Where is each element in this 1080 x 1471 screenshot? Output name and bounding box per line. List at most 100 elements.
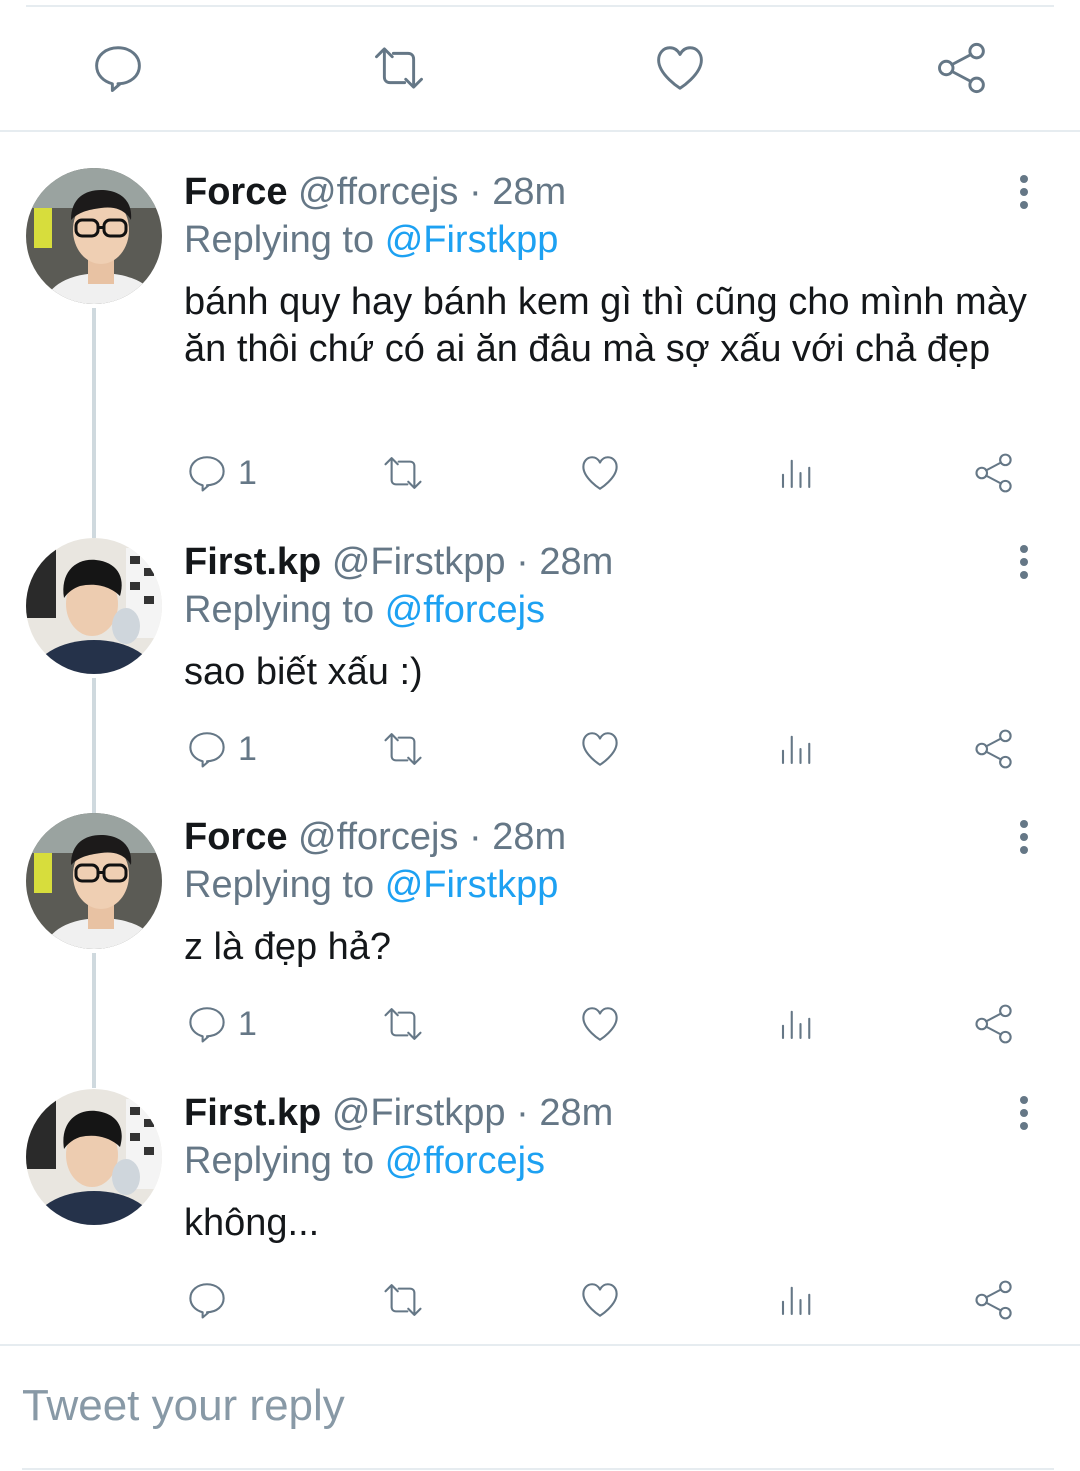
replying-to-label: Replying to bbox=[184, 589, 375, 631]
tweet-text: sao biết xấu :) bbox=[184, 651, 423, 693]
vertical-dots-icon bbox=[1020, 1096, 1028, 1130]
replying-to-label: Replying to bbox=[184, 1140, 375, 1182]
reply-button[interactable] bbox=[186, 1275, 238, 1325]
more-options-button[interactable] bbox=[1008, 170, 1040, 214]
avatar-force-image bbox=[26, 813, 162, 949]
mention-link[interactable]: @Firstkpp bbox=[385, 219, 559, 261]
analytics-button[interactable] bbox=[776, 448, 818, 498]
share-icon bbox=[975, 1280, 1012, 1320]
avatar[interactable] bbox=[26, 1089, 162, 1225]
tweet-text: không... bbox=[184, 1202, 320, 1244]
replying-to-label: Replying to bbox=[184, 864, 375, 906]
replying-to-line: Replying to @fforcejs bbox=[184, 1139, 545, 1183]
analytics-button[interactable] bbox=[776, 1275, 818, 1325]
display-name[interactable]: First.kp bbox=[184, 1092, 321, 1134]
vertical-dots-icon bbox=[1020, 175, 1028, 209]
reply-tweet: First.kp @Firstkpp · 28m Replying to @ff… bbox=[0, 538, 1080, 778]
share-icon bbox=[975, 453, 1012, 493]
retweet-icon bbox=[384, 457, 422, 489]
tweet-header: Force @fforcejs · 28m bbox=[184, 815, 566, 859]
heart-icon bbox=[657, 46, 703, 90]
mention-link[interactable]: @fforcejs bbox=[385, 1140, 545, 1182]
reply-count: 1 bbox=[238, 1004, 257, 1043]
analytics-button[interactable] bbox=[776, 999, 818, 1049]
share-button[interactable] bbox=[973, 1275, 1015, 1325]
reply-tweet: First.kp @Firstkpp · 28m Replying to @ff… bbox=[0, 1089, 1080, 1329]
analytics-icon bbox=[781, 1286, 811, 1316]
vertical-dots-icon bbox=[1020, 545, 1028, 579]
display-name[interactable]: Force bbox=[184, 816, 287, 858]
share-button[interactable] bbox=[973, 448, 1015, 498]
main-like-button[interactable] bbox=[650, 38, 710, 98]
more-options-button[interactable] bbox=[1008, 1091, 1040, 1135]
like-button[interactable] bbox=[579, 999, 621, 1049]
avatar[interactable] bbox=[26, 168, 162, 304]
timestamp[interactable]: 28m bbox=[539, 541, 613, 583]
user-handle[interactable]: @fforcejs bbox=[298, 171, 458, 213]
reply-composer bbox=[0, 1346, 1080, 1471]
retweet-button[interactable] bbox=[382, 448, 424, 498]
retweet-icon bbox=[384, 733, 422, 765]
replying-to-line: Replying to @fforcejs bbox=[184, 588, 545, 632]
heart-icon bbox=[582, 732, 618, 766]
avatar-force-image bbox=[26, 168, 162, 304]
tweet-actions: 1 bbox=[0, 999, 1080, 1049]
more-options-button[interactable] bbox=[1008, 815, 1040, 859]
mention-link[interactable]: @fforcejs bbox=[385, 589, 545, 631]
reply-tweet: Force @fforcejs · 28m Replying to @First… bbox=[0, 813, 1080, 1053]
separator-dot: · bbox=[468, 171, 482, 213]
main-share-button[interactable] bbox=[932, 38, 992, 98]
like-button[interactable] bbox=[579, 448, 621, 498]
user-handle[interactable]: @fforcejs bbox=[298, 816, 458, 858]
like-button[interactable] bbox=[579, 724, 621, 774]
timestamp[interactable]: 28m bbox=[539, 1092, 613, 1134]
tweet-header: Force @fforcejs · 28m bbox=[184, 170, 566, 214]
user-handle[interactable]: @Firstkpp bbox=[332, 541, 506, 583]
reply-count: 1 bbox=[238, 453, 257, 492]
top-divider bbox=[26, 5, 1054, 7]
heart-icon bbox=[582, 1007, 618, 1041]
user-handle[interactable]: @Firstkpp bbox=[332, 1092, 506, 1134]
avatar-firstkp-image bbox=[26, 1089, 162, 1225]
separator-dot: · bbox=[468, 816, 482, 858]
reply-button[interactable]: 1 bbox=[186, 724, 257, 774]
timestamp[interactable]: 28m bbox=[492, 816, 566, 858]
speech-bubble-icon bbox=[189, 456, 225, 492]
retweet-button[interactable] bbox=[382, 999, 424, 1049]
replying-to-line: Replying to @Firstkpp bbox=[184, 863, 558, 907]
timestamp[interactable]: 28m bbox=[492, 171, 566, 213]
analytics-icon bbox=[781, 1010, 811, 1040]
reply-count: 1 bbox=[238, 729, 257, 768]
avatar[interactable] bbox=[26, 538, 162, 674]
tweet-reply-input[interactable] bbox=[22, 1376, 1052, 1436]
speech-bubble-icon bbox=[95, 46, 141, 92]
share-button[interactable] bbox=[973, 999, 1015, 1049]
replying-to-line: Replying to @Firstkpp bbox=[184, 218, 558, 262]
heart-icon bbox=[582, 1283, 618, 1317]
display-name[interactable]: First.kp bbox=[184, 541, 321, 583]
more-options-button[interactable] bbox=[1008, 540, 1040, 584]
share-button[interactable] bbox=[973, 724, 1015, 774]
reply-button[interactable]: 1 bbox=[186, 999, 257, 1049]
like-button[interactable] bbox=[579, 1275, 621, 1325]
display-name[interactable]: Force bbox=[184, 171, 287, 213]
tweet-actions: 1 bbox=[0, 448, 1080, 498]
reply-tweet: Force @fforcejs · 28m Replying to @First… bbox=[0, 168, 1080, 508]
separator-dot: · bbox=[516, 1092, 529, 1134]
heart-icon bbox=[582, 456, 618, 490]
retweet-button[interactable] bbox=[382, 1275, 424, 1325]
main-reply-button[interactable] bbox=[88, 38, 148, 98]
avatar[interactable] bbox=[26, 813, 162, 949]
analytics-icon bbox=[781, 735, 811, 765]
replying-to-label: Replying to bbox=[184, 219, 375, 261]
analytics-button[interactable] bbox=[776, 724, 818, 774]
share-icon bbox=[938, 42, 985, 94]
mention-link[interactable]: @Firstkpp bbox=[385, 864, 559, 906]
main-tweet-actions bbox=[0, 20, 1080, 116]
reply-button[interactable]: 1 bbox=[186, 448, 257, 498]
tweet-actions bbox=[0, 1275, 1080, 1325]
tweet-text: bánh quy hay bánh kem gì thì cũng cho mì… bbox=[184, 281, 1027, 370]
retweet-button[interactable] bbox=[382, 724, 424, 774]
tweet-header: First.kp @Firstkpp · 28m bbox=[184, 540, 613, 584]
main-retweet-button[interactable] bbox=[369, 38, 429, 98]
